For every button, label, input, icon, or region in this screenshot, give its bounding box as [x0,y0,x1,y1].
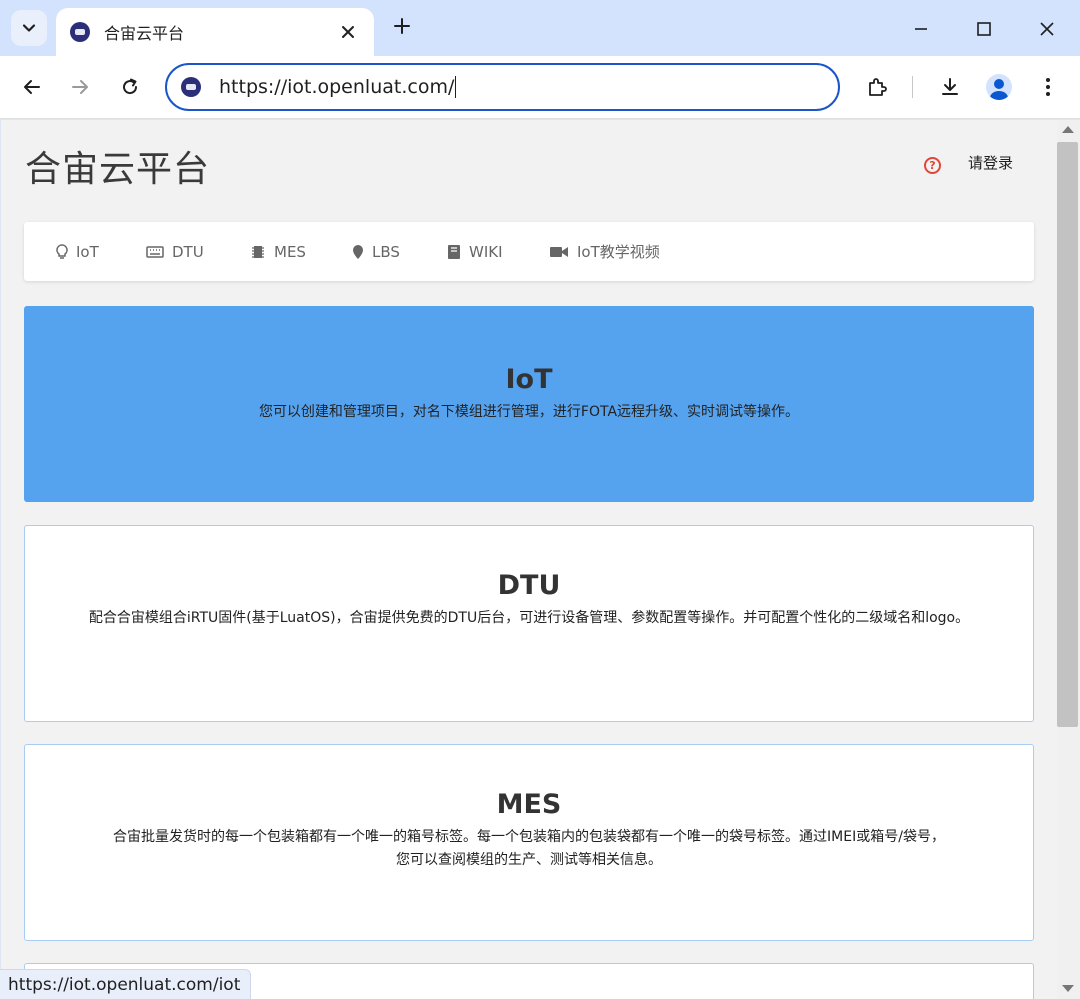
menu-item-mes[interactable]: MES [250,222,306,281]
menu-item-label: WIKI [469,242,503,261]
card-description: 合宙批量发货时的每一个包装箱都有一个唯一的箱号标签。每一个包装箱内的包装袋都有一… [25,826,1033,872]
browser-menu-button[interactable] [1031,70,1065,104]
reload-button[interactable] [113,70,147,104]
profile-button[interactable] [982,70,1016,104]
menu-item-iot[interactable]: IoT [56,222,99,281]
page-viewport: 合宙云平台 ? 请登录 IoT DTU MES LBS WIKI IoT教学视频 [1,120,1057,999]
extensions-button[interactable] [860,70,894,104]
menu-item-iot-video[interactable]: IoT教学视频 [549,222,660,281]
map-marker-icon [353,244,363,259]
card-dtu[interactable]: DTU 配合合宙模组合iRTU固件(基于LuatOS)，合宙提供免费的DTU后台… [24,525,1034,722]
text-caret [455,76,457,98]
menu-item-label: LBS [372,242,400,261]
main-menu: IoT DTU MES LBS WIKI IoT教学视频 [24,222,1034,281]
maximize-icon [977,22,991,36]
reload-icon [123,78,138,95]
tab-search-button[interactable] [11,10,47,46]
more-vertical-icon [1046,78,1050,96]
card-title: MES [496,789,562,820]
toolbar-divider [912,76,913,98]
page-title: 合宙云平台 [25,149,211,190]
lightbulb-icon [56,243,68,259]
card-description: 您可以创建和管理项目，对名下模组进行管理，进行FOTA远程升级、实时调试等操作。 [258,404,800,420]
back-button[interactable] [15,70,49,104]
card-title: IoT [505,364,553,395]
tab-strip: 合宙云平台 [0,0,1080,56]
downloads-button[interactable] [933,70,967,104]
card-description-line: 您可以查阅模组的生产、测试等相关信息。 [396,852,662,868]
minimize-icon [915,28,927,30]
card-description: 配合合宙模组合iRTU固件(基于LuatOS)，合宙提供免费的DTU后台，可进行… [88,610,970,626]
menu-item-wiki[interactable]: WIKI [447,222,503,281]
site-favicon-icon [181,77,201,97]
puzzle-icon [869,78,887,96]
login-link[interactable]: 请登录 [968,152,1013,173]
maximize-button[interactable] [969,14,999,44]
minimize-button[interactable] [906,14,936,44]
menu-item-dtu[interactable]: DTU [146,222,204,281]
scroll-down-arrow-icon[interactable] [1062,985,1074,992]
keyboard-icon [146,245,164,258]
chevron-down-icon [22,24,36,32]
tab-title: 合宙云平台 [104,24,185,43]
help-icon[interactable]: ? [924,157,941,174]
video-camera-icon [550,246,568,257]
card-mes[interactable]: MES 合宙批量发货时的每一个包装箱都有一个唯一的箱号标签。每一个包装箱内的包装… [24,744,1034,941]
address-bar-url: https://iot.openluat.com/ [219,76,455,98]
card-iot[interactable]: IoT 您可以创建和管理项目，对名下模组进行管理，进行FOTA远程升级、实时调试… [24,306,1034,502]
address-bar[interactable]: https://iot.openluat.com/ [165,63,840,111]
active-tab[interactable]: 合宙云平台 [56,8,374,56]
menu-item-label: IoT [76,242,99,261]
arrow-right-icon [72,80,88,94]
new-tab-button[interactable] [388,14,416,42]
scroll-up-arrow-icon[interactable] [1062,126,1074,133]
card-description-line: 合宙批量发货时的每一个包装箱都有一个唯一的箱号标签。每一个包装箱内的包装袋都有一… [113,829,945,845]
chip-icon [252,245,264,258]
menu-item-label: MES [274,242,306,261]
link-status-bubble: https://iot.openluat.com/iot [0,969,252,999]
book-icon [448,244,460,259]
card-title: DTU [497,570,561,601]
site-favicon-icon [70,22,90,42]
download-icon [942,78,958,95]
menu-item-lbs[interactable]: LBS [352,222,400,281]
plus-icon [394,18,410,34]
tab-close-icon[interactable] [336,22,360,42]
menu-item-label: DTU [172,242,204,261]
scrollbar-thumb[interactable] [1057,142,1078,727]
arrow-left-icon [24,80,40,94]
close-window-button[interactable] [1032,14,1062,44]
forward-button[interactable] [63,70,97,104]
browser-toolbar: https://iot.openluat.com/ [0,56,1080,119]
close-icon [1040,22,1054,36]
avatar [986,74,1012,100]
menu-item-label: IoT教学视频 [577,243,660,261]
